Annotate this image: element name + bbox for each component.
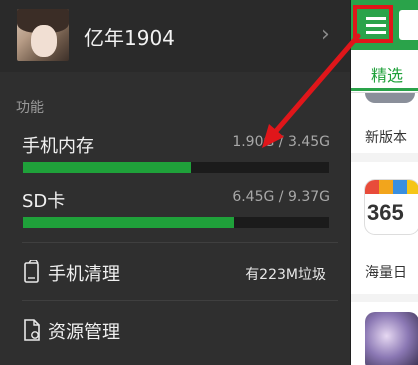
file-manager-icon — [24, 319, 40, 341]
storage-bar — [23, 217, 329, 228]
app-icon-365[interactable]: 365 — [365, 180, 418, 234]
junk-size-text: 有223M垃圾 — [245, 267, 326, 283]
storage-bar-fill — [23, 162, 192, 173]
tool-row-phone-clean[interactable]: 手机清理 有223M垃圾 — [22, 256, 338, 296]
divider — [22, 242, 338, 243]
menu-line — [366, 31, 386, 34]
username: 亿年1904 — [84, 26, 175, 50]
storage-row-phone: 手机内存 1.90G / 3.45G — [22, 132, 330, 176]
tool-label: 资源管理 — [48, 322, 120, 343]
search-box[interactable] — [399, 10, 418, 40]
storage-bar — [23, 162, 329, 173]
phone-clean-icon — [24, 260, 39, 283]
app-icon-text: 365 — [367, 200, 404, 225]
main-content: 精选 新版本 海量日 365 — [351, 0, 418, 365]
tab-indicator — [351, 88, 418, 91]
tool-label: 手机清理 — [48, 264, 120, 285]
tool-row-file-manager[interactable]: 资源管理 — [22, 314, 338, 354]
menu-line — [366, 24, 386, 27]
chevron-right-icon[interactable]: › — [321, 24, 330, 46]
avatar-face — [31, 25, 57, 57]
profile-header[interactable]: 亿年1904 › — [0, 0, 350, 72]
app-icon-game[interactable] — [365, 312, 418, 365]
storage-bar-fill — [23, 217, 235, 228]
storage-name: 手机内存 — [22, 136, 94, 157]
top-bar — [351, 0, 418, 50]
storage-value: 6.45G / 9.37G — [232, 189, 330, 205]
navigation-drawer: 亿年1904 › 功能 手机内存 1.90G / 3.45G SD卡 6.45G… — [0, 0, 351, 365]
icon-stripe — [393, 180, 407, 194]
icon-stripe — [407, 180, 418, 194]
list-menu-icon[interactable] — [353, 5, 393, 43]
icon-stripe — [365, 180, 379, 194]
menu-line — [366, 17, 386, 20]
storage-row-sd: SD卡 6.45G / 9.37G — [22, 187, 330, 231]
storage-value: 1.90G / 3.45G — [232, 134, 330, 150]
tab-bar: 精选 — [351, 50, 418, 93]
storage-name: SD卡 — [22, 191, 66, 212]
icon-stripe — [379, 180, 393, 194]
tab-featured[interactable]: 精选 — [371, 62, 403, 86]
section-label: 功能 — [16, 100, 44, 116]
app-title: 新版本 — [365, 130, 407, 146]
divider — [22, 300, 338, 301]
app-icon[interactable] — [365, 93, 415, 103]
user-avatar[interactable] — [17, 9, 69, 61]
app-title: 海量日 — [365, 265, 407, 281]
